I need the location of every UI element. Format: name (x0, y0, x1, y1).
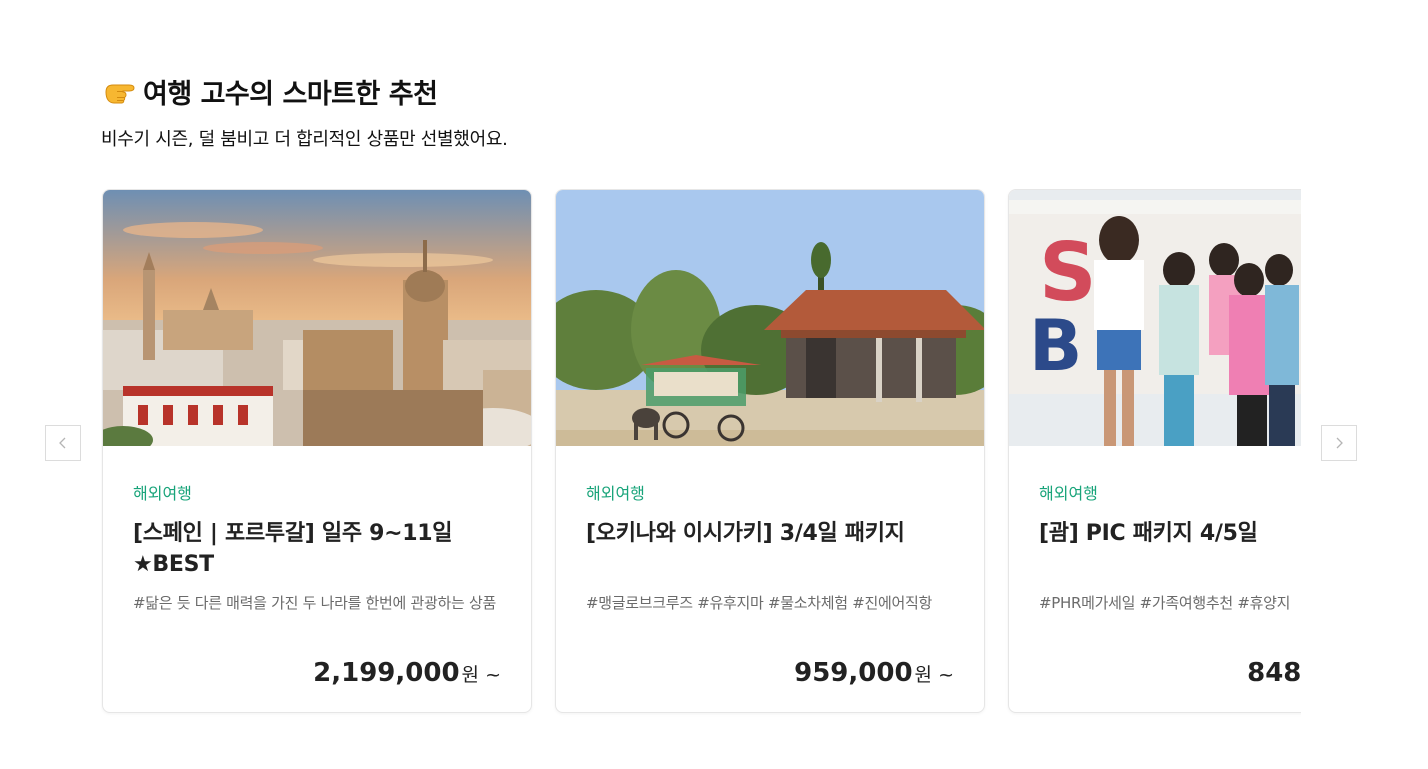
card-price: 2,199,000 원 ~ (313, 658, 501, 688)
section-subtitle: 비수기 시즌, 덜 붐비고 더 합리적인 상품만 선별했어요. (101, 129, 508, 150)
price-value: 848,000 (1247, 658, 1301, 688)
card-tags: #닮은 듯 다른 매력을 가진 두 나라를 한번에 관광하는 상품 (133, 594, 496, 612)
product-image-okinawa[interactable] (556, 190, 984, 446)
svg-text:B: B (1029, 305, 1082, 387)
card-body: 해외여행 [오키나와 이시가키] 3/4일 패키지 #맹글로브크루즈 #유후지마… (556, 446, 984, 712)
carousel-prev-button[interactable] (45, 425, 81, 461)
product-card[interactable]: 해외여행 [스페인 | 포르투갈] 일주 9~11일 ★BEST #닮은 듯 다… (102, 189, 532, 713)
price-currency: 원 ~ (461, 664, 501, 686)
title-row: 여행 고수의 스마트한 추천 (103, 72, 508, 111)
product-image-guam[interactable]: S B (1009, 190, 1301, 446)
card-category: 해외여행 (586, 484, 645, 503)
chevron-left-icon (59, 437, 66, 449)
product-card[interactable]: 해외여행 [오키나와 이시가키] 3/4일 패키지 #맹글로브크루즈 #유후지마… (555, 189, 985, 713)
card-price: 848,000 원 ~ (1247, 658, 1301, 688)
card-category: 해외여행 (133, 484, 192, 503)
product-card[interactable]: S B 해외여행 [괌] PIC 패키지 4/5일 #PHR메가세일 #가족여행… (1008, 189, 1301, 713)
price-value: 959,000 (794, 658, 913, 688)
carousel-track: 해외여행 [스페인 | 포르투갈] 일주 9~11일 ★BEST #닮은 듯 다… (101, 189, 1301, 713)
section-header: 여행 고수의 스마트한 추천 비수기 시즌, 덜 붐비고 더 합리적인 상품만 … (101, 72, 508, 151)
section-title: 여행 고수의 스마트한 추천 (143, 79, 438, 110)
recommendation-section: 여행 고수의 스마트한 추천 비수기 시즌, 덜 붐비고 더 합리적인 상품만 … (0, 0, 1428, 769)
pointing-hand-icon (103, 75, 137, 109)
card-category: 해외여행 (1039, 484, 1098, 503)
card-title[interactable]: [오키나와 이시가키] 3/4일 패키지 (586, 518, 946, 549)
product-image-seville[interactable] (103, 190, 531, 446)
card-tags: #맹글로브크루즈 #유후지마 #물소차체험 #진에어직항 (586, 594, 932, 612)
card-title[interactable]: [스페인 | 포르투갈] 일주 9~11일 ★BEST (133, 518, 493, 580)
price-currency: 원 ~ (914, 664, 954, 686)
carousel-next-button[interactable] (1321, 425, 1357, 461)
card-price: 959,000 원 ~ (794, 658, 954, 688)
card-body: 해외여행 [괌] PIC 패키지 4/5일 #PHR메가세일 #가족여행추천 #… (1009, 446, 1301, 712)
card-title[interactable]: [괌] PIC 패키지 4/5일 (1039, 518, 1301, 549)
chevron-right-icon (1336, 437, 1343, 449)
card-tags: #PHR메가세일 #가족여행추천 #휴양지 (1039, 594, 1291, 612)
card-body: 해외여행 [스페인 | 포르투갈] 일주 9~11일 ★BEST #닮은 듯 다… (103, 446, 531, 712)
price-value: 2,199,000 (313, 658, 460, 688)
carousel-viewport: 해외여행 [스페인 | 포르투갈] 일주 9~11일 ★BEST #닮은 듯 다… (101, 189, 1301, 719)
